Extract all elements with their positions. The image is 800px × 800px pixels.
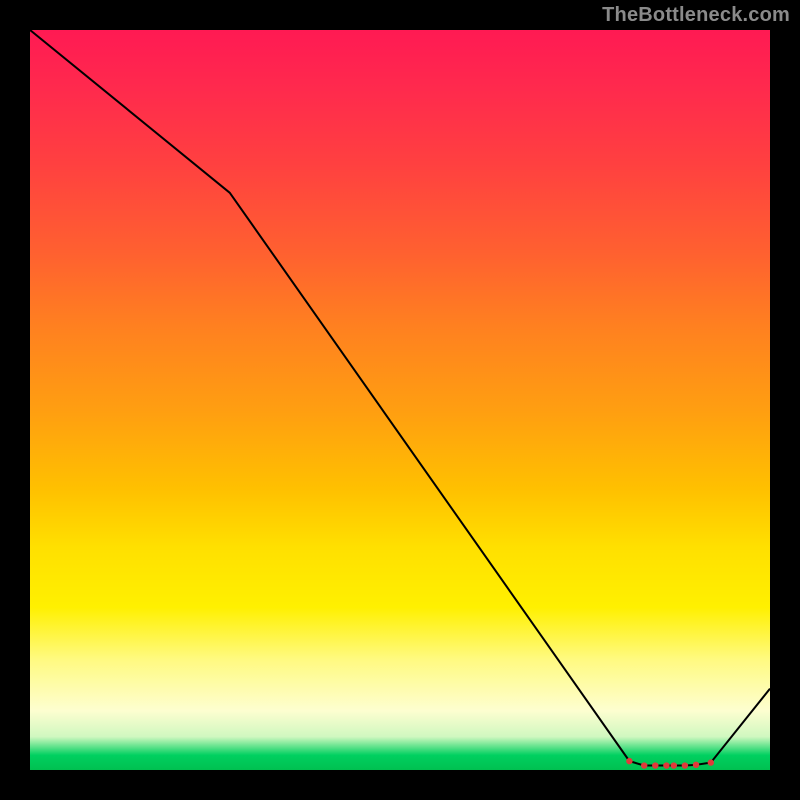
chart-marker (708, 759, 714, 765)
plot-area (30, 30, 770, 770)
watermark-text: TheBottleneck.com (602, 4, 790, 27)
chart-marker (671, 762, 677, 768)
chart-svg (30, 30, 770, 770)
chart-line (30, 30, 770, 766)
chart-marker (652, 762, 658, 768)
chart-marker (693, 762, 699, 768)
chart-marker (641, 762, 647, 768)
chart-frame: TheBottleneck.com (0, 0, 800, 800)
chart-marker (626, 758, 632, 764)
chart-marker (663, 762, 669, 768)
chart-marker (682, 762, 688, 768)
